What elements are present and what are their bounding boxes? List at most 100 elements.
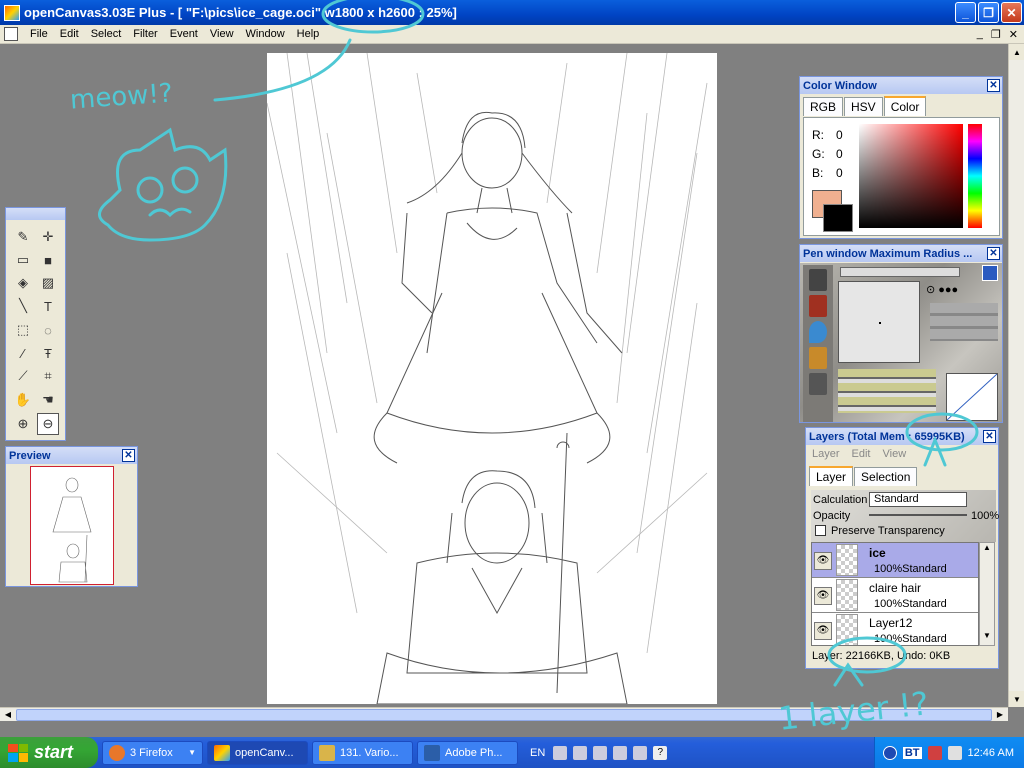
- saturation-value-picker[interactable]: [859, 124, 963, 228]
- layer-row[interactable]: 👁 claire hair 100%Standard: [812, 578, 978, 613]
- pen-brush-icon[interactable]: [809, 269, 827, 291]
- screen-icon[interactable]: [593, 745, 608, 760]
- pressure-curve[interactable]: [946, 373, 998, 421]
- layers-menu-view[interactable]: View: [883, 448, 907, 460]
- doc-restore-button[interactable]: ❐: [991, 28, 1001, 41]
- calculation-select[interactable]: Standard: [869, 492, 967, 507]
- volume-icon[interactable]: [947, 745, 962, 760]
- layers-menu-layer[interactable]: Layer: [812, 448, 840, 460]
- hue-slider[interactable]: [968, 124, 982, 228]
- vertical-scrollbar[interactable]: ▲ ▼: [1008, 44, 1024, 707]
- preview-close-button[interactable]: ✕: [122, 449, 135, 462]
- scroll-left-arrow[interactable]: ◀: [0, 708, 16, 722]
- scroll-up-arrow[interactable]: ▲: [1009, 44, 1024, 60]
- tab-selection[interactable]: Selection: [854, 467, 918, 486]
- rotate-hand-tool-icon[interactable]: ☚: [37, 389, 59, 411]
- hand-tool-icon[interactable]: ✋: [12, 389, 34, 411]
- taskbar-item-photoshop[interactable]: Adobe Ph...: [417, 740, 518, 765]
- save-pen-icon[interactable]: [982, 265, 998, 281]
- network-icon[interactable]: [927, 745, 942, 760]
- tab-rgb[interactable]: RGB: [803, 97, 844, 116]
- layers-menu-edit[interactable]: Edit: [852, 448, 871, 460]
- foreground-color-swatch[interactable]: [823, 204, 853, 232]
- pen-sliders[interactable]: [930, 303, 998, 341]
- line-tool-icon[interactable]: ╲: [12, 295, 34, 317]
- taskbar-item-firefox[interactable]: 3 Firefox ▼: [102, 740, 203, 765]
- g-label: G:: [812, 147, 825, 161]
- tab-layer[interactable]: Layer: [809, 466, 854, 486]
- crop-tool-icon[interactable]: ⌗: [37, 365, 59, 387]
- magic-wand-tool-icon[interactable]: ⁄: [12, 342, 34, 364]
- eyedropper-tool-icon[interactable]: ⟋: [12, 365, 34, 387]
- gradient-tool-icon[interactable]: ▨: [37, 272, 59, 294]
- menu-select[interactable]: Select: [85, 28, 128, 40]
- menu-event[interactable]: Event: [164, 28, 204, 40]
- pen-tool-icon[interactable]: ✎: [12, 226, 34, 248]
- pen-shape-options[interactable]: ⊙ ●●●: [926, 283, 958, 296]
- airbrush-icon[interactable]: [809, 373, 827, 395]
- cursor-icon[interactable]: [633, 745, 648, 760]
- minimize-button[interactable]: _: [955, 2, 976, 23]
- layers-close-button[interactable]: ✕: [983, 430, 996, 443]
- layer-scroll-down[interactable]: ▼: [980, 631, 994, 645]
- pressure-sliders[interactable]: [838, 369, 936, 413]
- menu-help[interactable]: Help: [291, 28, 326, 40]
- app-icon[interactable]: [4, 4, 20, 21]
- move-tool-icon[interactable]: ✛: [37, 226, 59, 248]
- keyboard-icon[interactable]: [553, 745, 568, 760]
- layer-row[interactable]: 👁 Layer12 100%Standard: [812, 613, 978, 645]
- menu-edit[interactable]: Edit: [54, 28, 85, 40]
- taskbar-item-folder[interactable]: 131. Vario...: [312, 740, 413, 765]
- pen-window-close-button[interactable]: ✕: [987, 247, 1000, 260]
- tool-palette-titlebar[interactable]: [6, 208, 65, 220]
- fill-rect-tool-icon[interactable]: ■: [37, 249, 59, 271]
- color-window-close-button[interactable]: ✕: [987, 79, 1000, 92]
- scroll-right-arrow[interactable]: ▶: [992, 708, 1008, 722]
- water-brush-icon[interactable]: [809, 321, 827, 343]
- eye-icon[interactable]: 👁: [814, 622, 832, 640]
- zoom-out-tool-icon[interactable]: ⊖: [37, 413, 59, 435]
- tab-color[interactable]: Color: [883, 96, 927, 116]
- menu-filter[interactable]: Filter: [127, 28, 163, 40]
- eye-icon[interactable]: 👁: [814, 587, 832, 605]
- zoom-in-tool-icon[interactable]: ⊕: [12, 413, 34, 435]
- help-icon[interactable]: ?: [653, 745, 668, 760]
- drawing-canvas[interactable]: [266, 52, 717, 705]
- pencil-brush-icon[interactable]: [809, 347, 827, 369]
- pen-color-strip[interactable]: [840, 267, 960, 277]
- document-icon[interactable]: [4, 27, 18, 41]
- opacity-slider[interactable]: [869, 514, 967, 516]
- tab-hsv[interactable]: HSV: [844, 97, 883, 116]
- doc-minimize-button[interactable]: _: [977, 28, 983, 41]
- bluetooth-icon[interactable]: BT: [902, 746, 922, 759]
- text-select-tool-icon[interactable]: Ŧ: [37, 342, 59, 364]
- bucket-tool-icon[interactable]: ◈: [12, 272, 34, 294]
- text-tool-icon[interactable]: T: [37, 295, 59, 317]
- marker-brush-icon[interactable]: [809, 295, 827, 317]
- lasso-tool-icon[interactable]: ◌: [37, 319, 59, 341]
- taskbar-item-opencanvas[interactable]: openCanv...: [207, 740, 308, 765]
- pen-icon[interactable]: [573, 745, 588, 760]
- clock[interactable]: 12:46 AM: [968, 747, 1014, 759]
- layer-list-scrollbar[interactable]: ▲ ▼: [979, 542, 995, 646]
- menu-view[interactable]: View: [204, 28, 240, 40]
- rect-select-tool-icon[interactable]: ⬚: [12, 319, 34, 341]
- scroll-down-arrow[interactable]: ▼: [1009, 691, 1024, 707]
- preserve-transparency-checkbox[interactable]: [815, 525, 826, 536]
- menu-window[interactable]: Window: [240, 28, 291, 40]
- language-indicator[interactable]: EN: [530, 747, 545, 759]
- brush-icon[interactable]: [613, 745, 628, 760]
- menu-file[interactable]: File: [24, 28, 54, 40]
- layer-scroll-up[interactable]: ▲: [980, 543, 994, 557]
- start-button[interactable]: start: [0, 737, 98, 768]
- close-button[interactable]: ✕: [1001, 2, 1022, 23]
- layer-row[interactable]: 👁 ice 100%Standard: [812, 543, 978, 578]
- show-hidden-icons-icon[interactable]: [882, 745, 897, 760]
- preview-thumbnail[interactable]: [30, 466, 114, 585]
- eraser-tool-icon[interactable]: ▭: [12, 249, 34, 271]
- eye-icon[interactable]: 👁: [814, 552, 832, 570]
- doc-close-button[interactable]: ✕: [1009, 28, 1018, 41]
- maximize-button[interactable]: ❐: [978, 2, 999, 23]
- taskbar-item-label: openCanv...: [235, 746, 294, 759]
- brush-list[interactable]: [803, 265, 833, 422]
